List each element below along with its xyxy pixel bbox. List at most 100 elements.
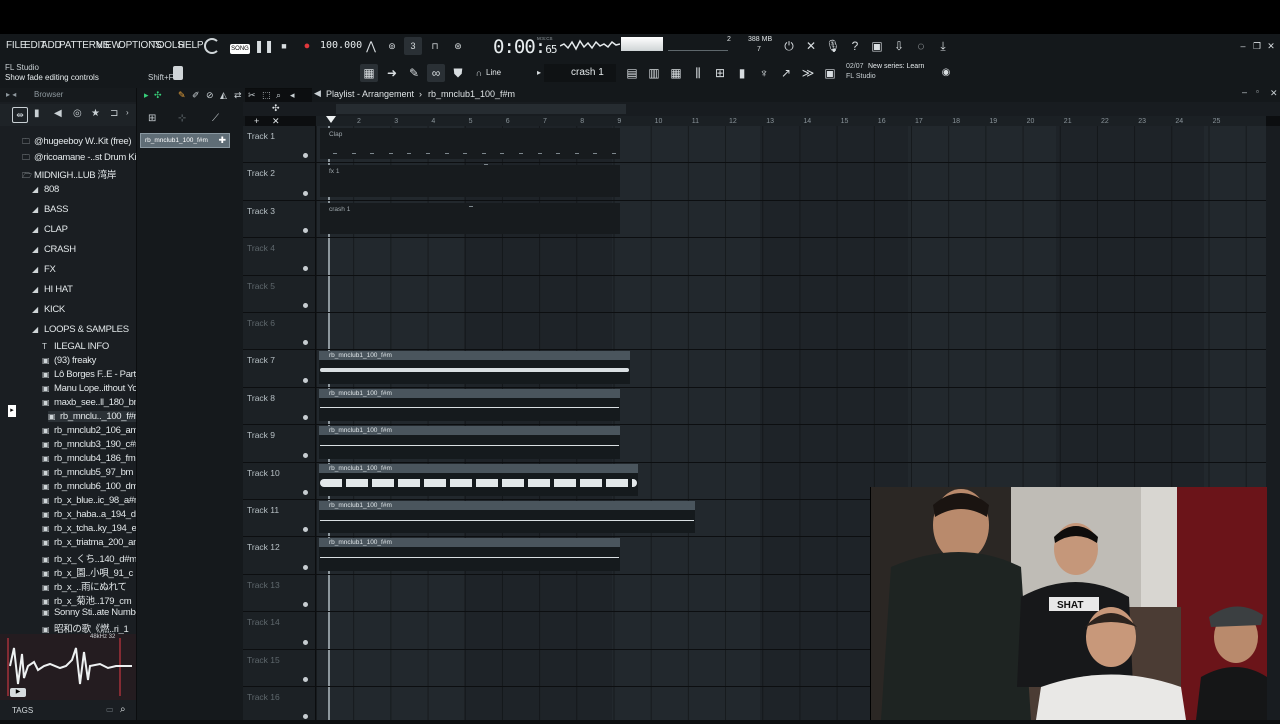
track-mute-led[interactable] — [303, 564, 308, 570]
browser-back-icon[interactable]: ◀ — [54, 108, 62, 119]
master-knob-icon[interactable] — [204, 38, 220, 54]
browser-item[interactable]: ▣ rb_x_blue..ic_98_a#m — [42, 495, 142, 506]
audio-clip-body[interactable] — [319, 547, 620, 571]
touch-keyboard-icon[interactable]: ↗ — [777, 64, 795, 82]
playlist-min-icon[interactable]: – — [1242, 87, 1247, 97]
audio-clip-body[interactable] — [319, 360, 630, 384]
playback-tool-icon[interactable]: ◂ — [290, 90, 295, 101]
snap-icon[interactable]: ▦ — [360, 64, 378, 82]
track-name[interactable]: Track 9 — [247, 430, 275, 440]
audio-clip-header[interactable]: rb_mnclub1_100_f#m — [319, 388, 620, 398]
pattern-clip[interactable] — [320, 165, 620, 197]
piano-roll-icon[interactable]: ▦ — [667, 64, 685, 82]
browser-item[interactable]: T ILEGAL INFO — [42, 341, 109, 352]
track-name[interactable]: Track 12 — [247, 542, 280, 552]
move-icon[interactable]: ✣ — [272, 103, 280, 114]
browser-item[interactable]: ▣ rb_mnclu.._100_f#m — [48, 411, 142, 422]
browser-item[interactable]: ▣ rb_x_菊池..179_cm — [42, 593, 132, 607]
track-name[interactable]: Track 11 — [247, 505, 279, 515]
audio-clip-header[interactable]: rb_mnclub1_100_f#m — [319, 426, 620, 436]
browser-item[interactable]: ▣ rb_x_くち..140_d#m — [42, 551, 137, 565]
browser-item[interactable]: ▣ Lô Borges F..E - Part_1 — [42, 369, 146, 380]
playhead-marker[interactable] — [326, 116, 336, 123]
track-name[interactable]: Track 6 — [247, 318, 275, 328]
select-tool-icon[interactable]: ⬚ — [262, 90, 271, 101]
pattern-clip[interactable] — [320, 128, 620, 160]
pencil-icon[interactable]: ✎ — [405, 64, 423, 82]
browser-item[interactable]: ▣ Manu Lope..ithout You — [42, 383, 143, 394]
paint-tool-icon[interactable]: ✐ — [192, 90, 200, 101]
track-mute-led[interactable] — [303, 639, 308, 645]
browser-item[interactable]: 🗀 @ricoamane -..st Drum Kit — [22, 152, 139, 166]
preview-play-icon[interactable]: ▶ — [10, 688, 26, 697]
mute-tool-icon[interactable]: ◭ — [220, 90, 227, 101]
browser-item[interactable]: ◢ HI HAT — [32, 284, 73, 295]
track-name[interactable]: Track 3 — [247, 206, 275, 216]
menu-help[interactable]: HELP — [178, 40, 204, 51]
track-name[interactable]: Track 1 — [247, 131, 275, 141]
browser-item[interactable]: ▣ maxb_see..ll_180_bm — [42, 397, 142, 408]
download-icon[interactable]: ⤓ — [934, 37, 952, 55]
audio-clip-header[interactable]: rb_mnclub1_100_f#m — [319, 463, 638, 473]
browser-item[interactable]: ▣ rb_mnclub4_186_fm — [42, 453, 136, 464]
add-track-icon[interactable]: + — [254, 116, 259, 126]
snap-mode-select[interactable]: Line — [486, 68, 501, 77]
track-mute-led[interactable] — [303, 490, 308, 495]
graph-icon[interactable]: ▣ — [821, 64, 839, 82]
browser-item[interactable]: ◢ KICK — [32, 304, 65, 315]
playlist-max-icon[interactable]: ▫ — [1256, 87, 1259, 96]
track-name[interactable]: Track 10 — [247, 468, 280, 478]
browser-item[interactable]: ▣ rb_x_tcha..ky_194_em — [42, 523, 144, 534]
picker-automation-icon[interactable]: ⟋ — [212, 113, 219, 124]
tag-edit-icon[interactable]: ▭ — [106, 705, 114, 714]
browser-all-icon[interactable]: ⇹ — [12, 107, 28, 123]
browser-globe-icon[interactable]: ◎ — [73, 108, 82, 119]
browser-item[interactable]: ▣ rb_mnclub2_106_am — [42, 425, 138, 436]
browser-star-icon[interactable]: ★ — [91, 108, 100, 119]
track-mute-led[interactable] — [303, 677, 308, 682]
track-name[interactable]: Track 14 — [247, 617, 280, 627]
browser-item[interactable]: ◢ BASS — [32, 204, 68, 215]
stamp-icon[interactable]: ⛊ — [449, 64, 467, 82]
track-name[interactable]: Track 15 — [247, 655, 280, 665]
chat-icon[interactable]: ◌ — [912, 37, 930, 55]
browser-tag-icon[interactable]: ⊐ — [110, 108, 118, 119]
audio-clip-body[interactable] — [319, 435, 620, 459]
pitch-slider[interactable] — [668, 38, 728, 51]
cpu-meter-icon[interactable]: ⏻ — [780, 37, 798, 55]
audio-clip-header[interactable]: rb_mnclub1_100_f#m — [319, 538, 620, 548]
audio-clip-header[interactable]: rb_mnclub1_100_f#m — [319, 501, 695, 510]
news-ticker[interactable]: New series: Learn — [868, 63, 924, 70]
browser-item[interactable]: 🗀 @hugeeboy W..Kit (free) — [22, 136, 132, 150]
browser-item[interactable]: ◢ FX — [32, 264, 56, 275]
track-name[interactable]: Track 16 — [247, 692, 280, 702]
vertical-scrollbar[interactable] — [1266, 126, 1280, 720]
song-mode-toggle[interactable]: SONG — [230, 44, 250, 54]
help-icon[interactable]: ? — [846, 37, 864, 55]
picker-pattern-icon[interactable]: ⊞ — [148, 113, 156, 124]
track-name[interactable]: Track 5 — [247, 281, 275, 291]
plugin-icon[interactable]: ♆ — [755, 64, 773, 82]
audio-clip-body[interactable] — [319, 510, 695, 534]
browser-item[interactable]: ▣ rb_mnclub3_190_c#m — [42, 439, 143, 450]
mixer-icon[interactable]: ⫼ — [689, 64, 707, 82]
track-name[interactable]: Track 8 — [247, 393, 275, 403]
metronome-icon[interactable]: ⋀ — [362, 37, 380, 55]
wait-record-icon[interactable]: ⊚ — [383, 37, 401, 55]
track-mute-led[interactable] — [303, 190, 308, 196]
browser-item[interactable]: ▣ Sonny Sti..ate Number — [42, 607, 144, 618]
microphone-icon[interactable]: 🎙 — [824, 37, 842, 55]
track-mute-led[interactable] — [303, 265, 308, 271]
browser-item[interactable]: ▣ rb_x_haba..a_194_dm — [42, 509, 144, 520]
close-icon[interactable]: ✕ — [1262, 37, 1280, 55]
timeline-ruler[interactable] — [316, 116, 1266, 126]
audio-clip-header[interactable]: rb_mnclub1_100_f#m — [319, 351, 630, 361]
browser-item[interactable]: ▣ rb_x_園..小唄_91_c — [42, 565, 133, 579]
record-icon[interactable]: ● — [298, 37, 316, 55]
picker-add-icon[interactable]: ✚ — [218, 135, 226, 146]
browser-item[interactable]: ▣ rb_x_triatma_200_am — [42, 537, 141, 548]
render-icon[interactable]: ⇩ — [890, 37, 908, 55]
playlist-play-icon[interactable]: ▸ — [144, 90, 149, 101]
browser-icon[interactable]: ▮ — [733, 64, 751, 82]
countdown-icon[interactable]: 3 — [404, 37, 422, 55]
